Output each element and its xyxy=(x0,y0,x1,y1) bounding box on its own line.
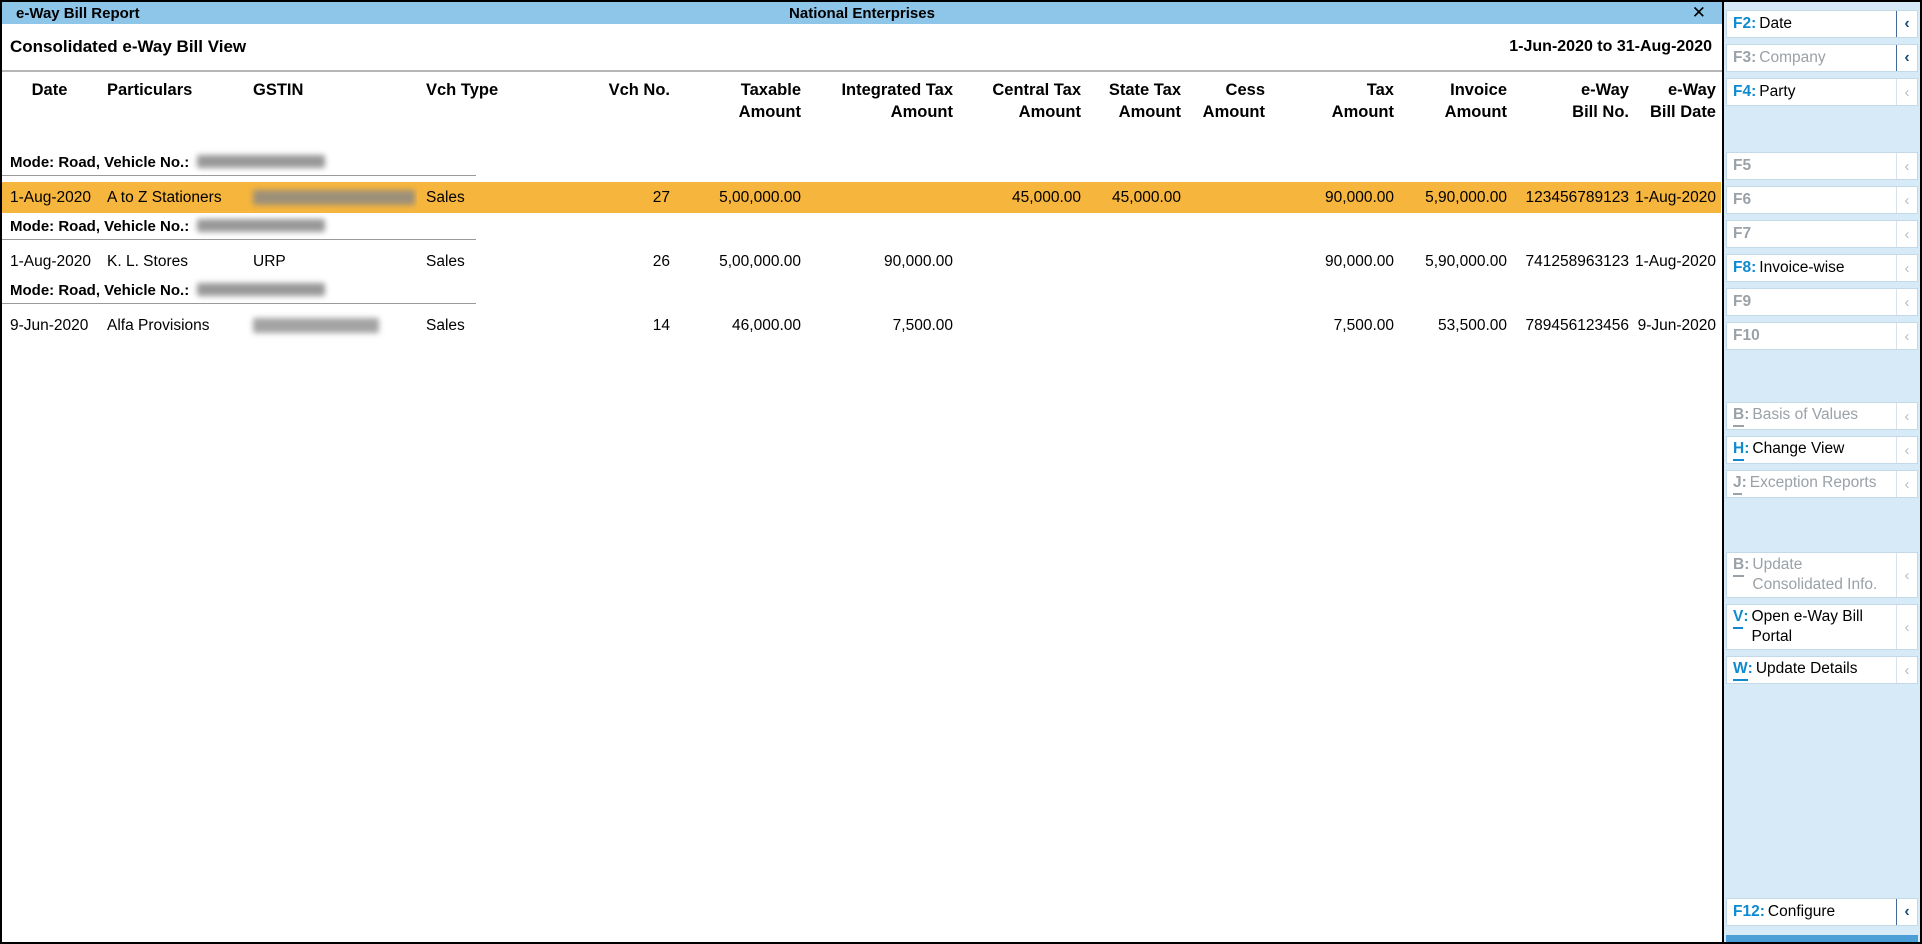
table-row[interactable]: 1-Aug-2020 K. L. Stores URP Sales 26 5,0… xyxy=(2,246,1721,277)
sidebar-button-change-view[interactable]: H:Change View ‹ xyxy=(1726,436,1918,464)
collapse-chevron-icon: ‹ xyxy=(1896,79,1917,105)
column-header-eway-bill-no: e-WayBill No. xyxy=(1512,79,1634,123)
blurred-vehicle-number xyxy=(197,155,325,168)
sidebar-button-update-details[interactable]: W:Update Details ‹ xyxy=(1726,656,1918,684)
table-row[interactable]: 1-Aug-2020 A to Z Stationers Sales 27 5,… xyxy=(2,182,1721,213)
column-header-state-tax: State TaxAmount xyxy=(1086,79,1186,123)
collapse-chevron-icon: ‹ xyxy=(1896,153,1917,179)
column-header-invoice-amount: InvoiceAmount xyxy=(1399,79,1512,123)
title-bar: e-Way Bill Report National Enterprises ✕ xyxy=(2,2,1722,24)
table-body: Mode: Road, Vehicle No.: 1-Aug-2020 A to… xyxy=(2,151,1722,341)
collapse-chevron-icon: ‹ xyxy=(1896,255,1917,281)
transport-mode-row: Mode: Road, Vehicle No.: xyxy=(2,215,1722,242)
table-row[interactable]: 9-Jun-2020 Alfa Provisions Sales 14 46,0… xyxy=(2,310,1721,341)
column-header-date: Date xyxy=(2,79,97,123)
sidebar-button-f8-invoice-wise[interactable]: F8:Invoice-wise ‹ xyxy=(1726,254,1918,282)
collapse-chevron-icon: ‹ xyxy=(1896,471,1917,497)
column-header-integrated-tax: Integrated TaxAmount xyxy=(806,79,958,123)
collapse-chevron-icon: ‹ xyxy=(1896,553,1917,597)
transport-mode-row: Mode: Road, Vehicle No.: xyxy=(2,279,1722,306)
mode-label: Mode: Road, Vehicle No.: xyxy=(10,218,189,235)
sidebar-button-open-eway-bill-portal[interactable]: V:Open e-Way Bill Portal ‹ xyxy=(1726,604,1918,650)
sidebar-button-f6[interactable]: F6 ‹ xyxy=(1726,186,1918,214)
sidebar-button-update-consolidated-info[interactable]: B:Update Consolidated Info. ‹ xyxy=(1726,552,1918,598)
blurred-vehicle-number xyxy=(197,219,325,232)
sidebar-spacer xyxy=(1725,690,1919,898)
sidebar-button-f2-date[interactable]: F2:Date ‹ xyxy=(1726,10,1918,38)
sidebar-button-f9[interactable]: F9 ‹ xyxy=(1726,288,1918,316)
mode-label: Mode: Road, Vehicle No.: xyxy=(10,154,189,171)
column-header-vch-no: Vch No. xyxy=(597,79,675,123)
collapse-chevron-icon: ‹ xyxy=(1896,323,1917,349)
voucher-group: Mode: Road, Vehicle No.: 9-Jun-2020 Alfa… xyxy=(2,279,1722,341)
app-window: e-Way Bill Report National Enterprises ✕… xyxy=(0,0,1922,944)
mode-label: Mode: Road, Vehicle No.: xyxy=(10,282,189,299)
sidebar-button-f5[interactable]: F5 ‹ xyxy=(1726,152,1918,180)
view-title: Consolidated e-Way Bill View xyxy=(10,37,246,57)
collapse-chevron-icon: ‹ xyxy=(1896,605,1917,649)
column-headers: Date Particulars GSTIN Vch Type Vch No. … xyxy=(2,72,1721,135)
column-header-central-tax: Central TaxAmount xyxy=(958,79,1086,123)
collapse-chevron-icon: ‹ xyxy=(1896,899,1917,925)
sub-header: Consolidated e-Way Bill View 1-Jun-2020 … xyxy=(2,24,1722,72)
voucher-group: Mode: Road, Vehicle No.: 1-Aug-2020 K. L… xyxy=(2,215,1722,277)
report-area: e-Way Bill Report National Enterprises ✕… xyxy=(2,2,1722,942)
sidebar-button-f12-configure[interactable]: F12:Configure ‹ xyxy=(1726,898,1918,926)
voucher-group: Mode: Road, Vehicle No.: 1-Aug-2020 A to… xyxy=(2,151,1722,213)
sidebar-button-f10[interactable]: F10 ‹ xyxy=(1726,322,1918,350)
collapse-chevron-icon: ‹ xyxy=(1896,403,1917,429)
report-period: 1-Jun-2020 to 31-Aug-2020 xyxy=(1509,38,1712,56)
column-header-eway-bill-date: e-WayBill Date xyxy=(1634,79,1721,123)
collapse-chevron-icon: ‹ xyxy=(1896,221,1917,247)
column-header-vch-type: Vch Type xyxy=(417,79,597,123)
column-header-cess-amount: CessAmount xyxy=(1186,79,1270,123)
column-header-tax-amount: TaxAmount xyxy=(1270,79,1399,123)
sidebar-button-f7[interactable]: F7 ‹ xyxy=(1726,220,1918,248)
button-panel: F2:Date ‹ F3:Company ‹ F4:Party ‹ F5 ‹ F… xyxy=(1722,2,1920,942)
close-icon[interactable]: ✕ xyxy=(1692,2,1706,24)
column-header-gstin: GSTIN xyxy=(247,79,417,123)
sidebar-button-exception-reports[interactable]: J:Exception Reports ‹ xyxy=(1726,470,1918,498)
sidebar-button-f3-company[interactable]: F3:Company ‹ xyxy=(1726,44,1918,72)
collapse-chevron-icon: ‹ xyxy=(1896,187,1917,213)
blurred-gstin xyxy=(253,318,379,333)
bottom-bar-strip xyxy=(1726,935,1918,942)
blurred-gstin xyxy=(253,190,415,205)
column-header-particulars: Particulars xyxy=(97,79,247,123)
column-header-taxable-amount: TaxableAmount xyxy=(675,79,806,123)
transport-mode-row: Mode: Road, Vehicle No.: xyxy=(2,151,1722,178)
collapse-chevron-icon: ‹ xyxy=(1896,437,1917,463)
sidebar-button-f4-party[interactable]: F4:Party ‹ xyxy=(1726,78,1918,106)
collapse-chevron-icon: ‹ xyxy=(1896,11,1917,37)
company-name: National Enterprises xyxy=(789,5,935,22)
collapse-chevron-icon: ‹ xyxy=(1896,657,1917,683)
collapse-chevron-icon: ‹ xyxy=(1896,45,1917,71)
collapse-chevron-icon: ‹ xyxy=(1896,289,1917,315)
blurred-vehicle-number xyxy=(197,283,325,296)
report-title: e-Way Bill Report xyxy=(2,5,140,22)
sidebar-button-basis-of-values[interactable]: B:Basis of Values ‹ xyxy=(1726,402,1918,430)
